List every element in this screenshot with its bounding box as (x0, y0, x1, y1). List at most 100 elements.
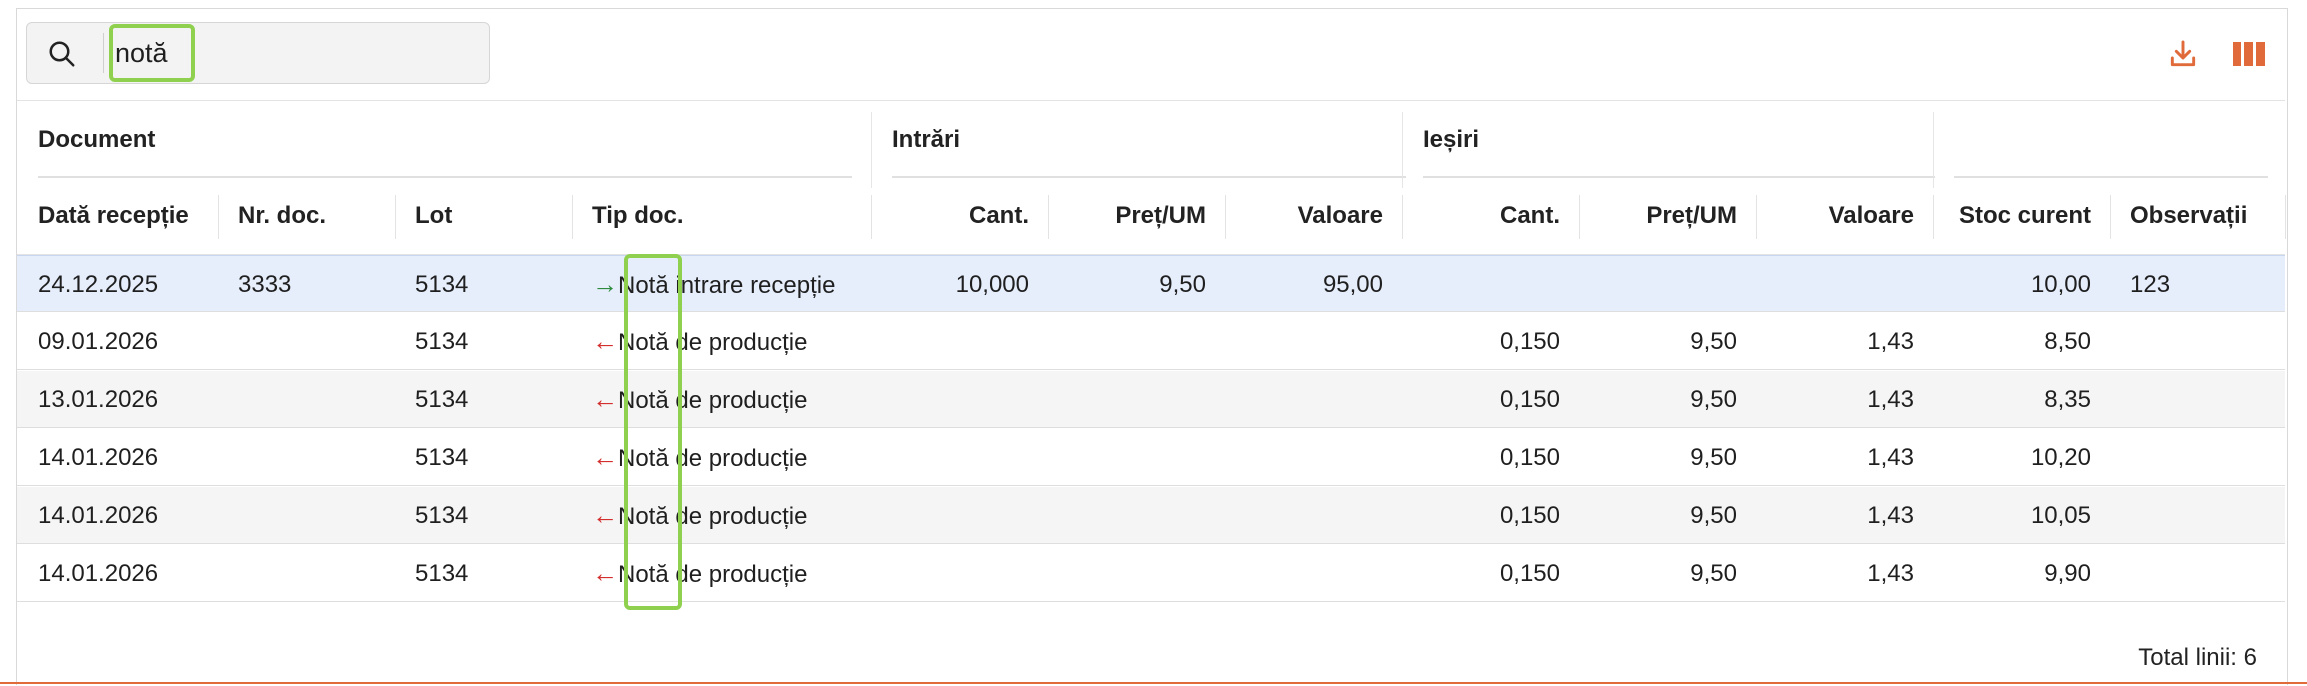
table-row[interactable]: 24.12.2025 3333 5134 →Notă intrare recep… (17, 255, 2285, 312)
columns-icon (2233, 42, 2265, 66)
group-document-line (38, 176, 852, 178)
arrow-left-icon: ← (592, 326, 618, 356)
cell-out-pret (1599, 256, 1737, 313)
cell-in-valoare (1245, 487, 1383, 544)
group-document: Document (38, 126, 156, 153)
columns-button[interactable] (2229, 34, 2269, 74)
group-divider (1933, 112, 1934, 188)
cell-in-valoare (1245, 545, 1383, 602)
tip-doc-rest: de producție (668, 503, 808, 530)
col-divider[interactable] (2110, 195, 2111, 239)
cell-lot: 5134 (415, 328, 469, 355)
col-divider[interactable] (1225, 195, 1226, 239)
cell-out-cant: 0,150 (1499, 502, 1560, 529)
cell-tip-doc: ←Notă de producție (592, 371, 807, 428)
cell-out-valoare: 1,43 (1867, 386, 1914, 413)
col-divider[interactable] (871, 195, 872, 239)
col-header-stoc-curent[interactable]: Stoc curent (1954, 202, 2091, 230)
col-header-in-pret[interactable]: Preț/UM (1068, 202, 1206, 230)
bottom-accent-line (0, 682, 2307, 684)
cell-out-cant (1423, 256, 1560, 313)
cell-in-cant (892, 313, 1029, 370)
col-divider[interactable] (218, 195, 219, 239)
table-row[interactable]: 13.01.2026 5134 ←Notă de producție 0,150… (17, 371, 2285, 428)
search-box[interactable] (26, 22, 490, 84)
tip-doc-match: Notă (618, 329, 669, 356)
col-header-lot[interactable]: Lot (415, 202, 452, 230)
cell-stoc-curent: 10,05 (2030, 502, 2091, 529)
col-header-in-cant[interactable]: Cant. (892, 202, 1029, 230)
group-iesiri: Ieșiri (1423, 126, 1480, 153)
group-divider (871, 112, 872, 188)
cell-tip-doc: ←Notă de producție (592, 487, 807, 544)
group-divider (1402, 112, 1403, 188)
arrow-right-icon: → (592, 269, 618, 299)
cell-data-receptie: 14.01.2026 (38, 560, 159, 587)
col-divider[interactable] (1579, 195, 1580, 239)
tip-doc-rest: de producție (668, 329, 808, 356)
cell-data-receptie: 14.01.2026 (38, 502, 159, 529)
cell-stoc-curent: 10,00 (2030, 271, 2091, 298)
cell-tip-doc: ←Notă de producție (592, 429, 807, 486)
table-row[interactable]: 14.01.2026 5134 ←Notă de producție 0,150… (17, 429, 2285, 486)
cell-lot: 5134 (415, 502, 469, 529)
cell-out-pret: 9,50 (1690, 502, 1737, 529)
col-header-out-cant[interactable]: Cant. (1423, 202, 1560, 230)
cell-out-pret: 9,50 (1690, 386, 1737, 413)
col-header-data-receptie[interactable]: Dată recepție (38, 202, 189, 230)
col-header-tip-doc[interactable]: Tip doc. (592, 202, 684, 230)
cell-out-valoare: 1,43 (1867, 502, 1914, 529)
group-other-line (1954, 176, 2268, 178)
cell-in-cant (892, 487, 1029, 544)
cell-in-cant (892, 429, 1029, 486)
col-divider[interactable] (395, 195, 396, 239)
tip-doc-match: Notă (618, 561, 669, 588)
total-rows-label: Total linii: 6 (2138, 644, 2257, 671)
col-divider[interactable] (1756, 195, 1757, 239)
cell-in-cant (892, 545, 1029, 602)
table-row[interactable]: 14.01.2026 5134 ←Notă de producție 0,150… (17, 545, 2285, 602)
cell-in-pret (1068, 429, 1206, 486)
cell-in-valoare (1245, 371, 1383, 428)
col-divider[interactable] (572, 195, 573, 239)
cell-in-pret (1068, 371, 1206, 428)
tip-doc-rest: de producție (668, 445, 808, 472)
cell-out-valoare: 1,43 (1867, 328, 1914, 355)
cell-out-valoare: 1,43 (1867, 444, 1914, 471)
cell-out-valoare (1776, 256, 1914, 313)
cell-out-pret: 9,50 (1690, 560, 1737, 587)
col-header-out-valoare[interactable]: Valoare (1776, 202, 1914, 230)
group-intrari: Intrări (892, 126, 961, 153)
table-row[interactable]: 14.01.2026 5134 ←Notă de producție 0,150… (17, 487, 2285, 544)
cell-in-pret (1068, 487, 1206, 544)
search-icon[interactable] (47, 39, 77, 69)
cell-tip-doc: ←Notă de producție (592, 545, 807, 602)
col-divider[interactable] (1933, 195, 1934, 239)
cell-tip-doc: →Notă intrare recepție (592, 256, 835, 313)
col-divider[interactable] (1048, 195, 1049, 239)
cell-in-pret: 9,50 (1159, 271, 1206, 298)
tip-doc-match: Notă (618, 272, 669, 299)
tip-doc-match: Notă (618, 503, 669, 530)
arrow-left-icon: ← (592, 500, 618, 530)
cell-lot: 5134 (415, 386, 469, 413)
col-header-out-pret[interactable]: Preț/UM (1599, 202, 1737, 230)
table-row[interactable]: 09.01.2026 5134 ←Notă de producție 0,150… (17, 313, 2285, 370)
cell-stoc-curent: 9,90 (2044, 560, 2091, 587)
arrow-left-icon: ← (592, 384, 618, 414)
cell-out-valoare: 1,43 (1867, 560, 1914, 587)
tip-doc-rest: de producție (668, 387, 808, 414)
col-header-in-valoare[interactable]: Valoare (1245, 202, 1383, 230)
download-button[interactable] (2163, 34, 2203, 74)
cell-in-pret (1068, 545, 1206, 602)
col-header-nr-doc[interactable]: Nr. doc. (238, 202, 326, 230)
cell-data-receptie: 24.12.2025 (38, 271, 159, 298)
col-header-observatii[interactable]: Observații (2130, 202, 2247, 230)
cell-nr-doc: 3333 (238, 271, 292, 298)
cell-out-cant: 0,150 (1499, 444, 1560, 471)
col-divider[interactable] (1402, 195, 1403, 239)
tip-doc-match: Notă (618, 445, 669, 472)
cell-in-valoare (1245, 313, 1383, 370)
col-divider[interactable] (2285, 195, 2286, 239)
arrow-left-icon: ← (592, 558, 618, 588)
